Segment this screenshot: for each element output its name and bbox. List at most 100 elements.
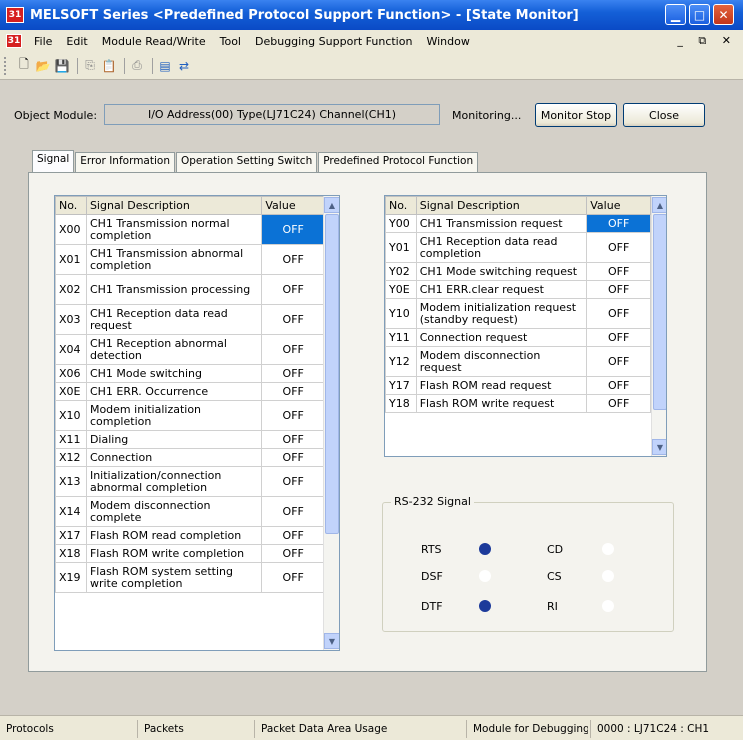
monitor-stop-button[interactable]: Monitor Stop	[535, 103, 617, 127]
x-cell-value[interactable]: OFF	[261, 400, 325, 431]
x-cell-value[interactable]: OFF	[261, 334, 325, 365]
x-col-no[interactable]: No.	[55, 196, 87, 215]
x-table-scrollbar[interactable]: ▲ ▼	[323, 196, 339, 650]
menu-file[interactable]: File	[34, 35, 52, 48]
x-table-row[interactable]: X0E CH1 ERR. Occurrence OFF	[55, 382, 325, 401]
new-icon[interactable]: 🗋	[16, 57, 32, 74]
scroll-down-icon[interactable]: ▼	[652, 439, 666, 455]
y-table-row[interactable]: Y10 Modem initialization request (standby…	[385, 298, 651, 329]
x-scroll-thumb[interactable]	[325, 214, 339, 534]
menu-window[interactable]: Window	[426, 35, 469, 48]
x-cell-no[interactable]: X0E	[55, 382, 87, 401]
x-cell-value[interactable]: OFF	[261, 466, 325, 497]
x-cell-description[interactable]: Initialization/connection abnormal compl…	[85, 466, 263, 497]
x-cell-description[interactable]: CH1 Transmission normal completion	[85, 214, 263, 245]
y-table-row[interactable]: Y11 Connection request OFF	[385, 328, 651, 347]
tab-signal[interactable]: Signal	[32, 150, 75, 172]
x-cell-description[interactable]: Modem disconnection complete	[85, 496, 263, 527]
x-cell-description[interactable]: CH1 ERR. Occurrence	[85, 382, 263, 401]
x-cell-value[interactable]: OFF	[261, 562, 325, 593]
x-table-row[interactable]: X02 CH1 Transmission processing OFF	[55, 274, 325, 305]
x-table-row[interactable]: X01 CH1 Transmission abnormal completion O…	[55, 244, 325, 275]
x-cell-value[interactable]: OFF	[261, 544, 325, 563]
y-cell-no[interactable]: Y01	[385, 232, 417, 263]
save-icon[interactable]: 💾	[54, 58, 70, 74]
x-table-row[interactable]: X06 CH1 Mode switching OFF	[55, 364, 325, 383]
document-icon[interactable]: 31	[6, 34, 22, 48]
x-cell-no[interactable]: X17	[55, 526, 87, 545]
tab-error-information[interactable]: Error Information	[75, 152, 175, 172]
x-cell-description[interactable]: Flash ROM write completion	[85, 544, 263, 563]
y-cell-value[interactable]: OFF	[586, 376, 651, 395]
y-cell-no[interactable]: Y12	[385, 346, 417, 377]
y-cell-description[interactable]: Flash ROM read request	[415, 376, 588, 395]
x-table-row[interactable]: X13 Initialization/connection abnormal co…	[55, 466, 325, 497]
x-cell-description[interactable]: Modem initialization completion	[85, 400, 263, 431]
scroll-down-icon[interactable]: ▼	[324, 633, 339, 649]
toolbar-grip[interactable]	[4, 56, 7, 75]
y-cell-value[interactable]: OFF	[586, 280, 651, 299]
y-cell-description[interactable]: Modem initialization request (standby re…	[415, 298, 588, 329]
x-cell-value[interactable]: OFF	[261, 526, 325, 545]
close-window-button[interactable]: ✕	[713, 4, 734, 25]
x-cell-no[interactable]: X13	[55, 466, 87, 497]
close-button[interactable]: Close	[623, 103, 705, 127]
y-cell-description[interactable]: Flash ROM write request	[415, 394, 588, 413]
y-table-row[interactable]: Y01 CH1 Reception data read completion OFF	[385, 232, 651, 263]
x-cell-description[interactable]: CH1 Mode switching	[85, 364, 263, 383]
y-cell-value[interactable]: OFF	[586, 328, 651, 347]
y-cell-no[interactable]: Y10	[385, 298, 417, 329]
y-table-row[interactable]: Y17 Flash ROM read request OFF	[385, 376, 651, 395]
menu-debugging-support[interactable]: Debugging Support Function	[255, 35, 412, 48]
x-col-description[interactable]: Signal Description	[85, 196, 263, 215]
y-cell-description[interactable]: Modem disconnection request	[415, 346, 588, 377]
x-table-row[interactable]: X03 CH1 Reception data read request OFF	[55, 304, 325, 335]
y-table-row[interactable]: Y12 Modem disconnection request OFF	[385, 346, 651, 377]
y-table-row[interactable]: Y02 CH1 Mode switching request OFF	[385, 262, 651, 281]
x-table-row[interactable]: X00 CH1 Transmission normal completion OFF	[55, 214, 325, 245]
x-cell-description[interactable]: CH1 Reception data read request	[85, 304, 263, 335]
y-cell-description[interactable]: CH1 Reception data read completion	[415, 232, 588, 263]
menu-module-read-write[interactable]: Module Read/Write	[102, 35, 206, 48]
x-cell-no[interactable]: X11	[55, 430, 87, 449]
x-cell-value[interactable]: OFF	[261, 364, 325, 383]
y-cell-description[interactable]: CH1 Transmission request	[415, 214, 588, 233]
x-cell-value[interactable]: OFF	[261, 304, 325, 335]
x-cell-value[interactable]: OFF	[261, 382, 325, 401]
x-cell-no[interactable]: X01	[55, 244, 87, 275]
x-table-row[interactable]: X12 Connection OFF	[55, 448, 325, 467]
x-cell-no[interactable]: X03	[55, 304, 87, 335]
x-cell-description[interactable]: Flash ROM read completion	[85, 526, 263, 545]
x-cell-value[interactable]: OFF	[261, 244, 325, 275]
x-cell-description[interactable]: Dialing	[85, 430, 263, 449]
x-cell-no[interactable]: X14	[55, 496, 87, 527]
menu-edit[interactable]: Edit	[66, 35, 87, 48]
x-cell-value[interactable]: OFF	[261, 448, 325, 467]
connect-icon[interactable]: ⇄	[176, 58, 192, 74]
y-cell-no[interactable]: Y02	[385, 262, 417, 281]
x-cell-no[interactable]: X04	[55, 334, 87, 365]
y-col-no[interactable]: No.	[385, 196, 417, 215]
copy-icon[interactable]: ⎘	[82, 58, 98, 74]
y-cell-description[interactable]: CH1 ERR.clear request	[415, 280, 588, 299]
x-table-row[interactable]: X19 Flash ROM system setting write comple…	[55, 562, 325, 593]
y-col-value[interactable]: Value	[586, 196, 651, 215]
x-table-row[interactable]: X14 Modem disconnection complete OFF	[55, 496, 325, 527]
y-table-scrollbar[interactable]: ▲ ▼	[651, 196, 666, 456]
y-cell-value[interactable]: OFF	[586, 346, 651, 377]
monitor-icon[interactable]: ▤	[157, 58, 173, 74]
x-table-row[interactable]: X18 Flash ROM write completion OFF	[55, 544, 325, 563]
app-icon[interactable]: 31	[6, 7, 24, 23]
y-cell-value[interactable]: OFF	[586, 394, 651, 413]
menu-tool[interactable]: Tool	[220, 35, 241, 48]
x-cell-value[interactable]: OFF	[261, 274, 325, 305]
y-cell-no[interactable]: Y11	[385, 328, 417, 347]
maximize-button[interactable]: □	[689, 4, 710, 25]
x-table-row[interactable]: X10 Modem initialization completion OFF	[55, 400, 325, 431]
x-cell-no[interactable]: X10	[55, 400, 87, 431]
x-cell-no[interactable]: X00	[55, 214, 87, 245]
scroll-up-icon[interactable]: ▲	[652, 197, 666, 213]
tab-predefined-protocol-function[interactable]: Predefined Protocol Function	[318, 152, 479, 172]
x-cell-description[interactable]: CH1 Transmission abnormal completion	[85, 244, 263, 275]
x-cell-description[interactable]: Flash ROM system setting write completio…	[85, 562, 263, 593]
